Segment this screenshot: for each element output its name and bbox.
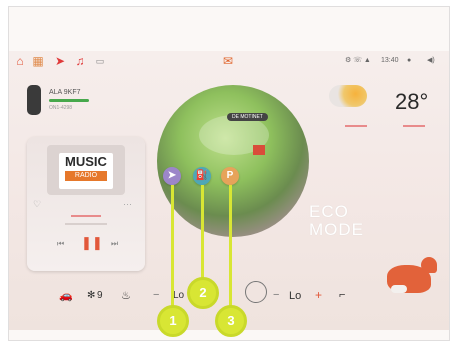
callout-3: 3 [215,305,247,337]
callout-1: 1 [157,305,189,337]
climate-bar: 🚗 ✻ 9 ♨ − Lo − Lo + ⌐ [49,281,429,309]
navigation-icon[interactable]: ➤ [53,54,67,68]
fan-level: 9 [97,290,103,301]
seat-icon[interactable]: ⌐ [339,289,345,301]
track-title [71,215,101,217]
clock: 13:40 [381,57,399,64]
seat-heat-icon[interactable]: ♨ [121,289,131,302]
profile-icon[interactable]: ● [407,56,411,66]
album-art: MUSIC RADIO [47,145,125,195]
volume-icon[interactable]: ◀) [427,56,435,66]
power-button[interactable] [245,281,267,303]
home-icon[interactable]: ⌂ [13,54,27,68]
heart-icon[interactable]: ♡ [33,199,41,210]
apps-icon[interactable]: ▦ [31,54,45,68]
callout-line-1 [171,185,174,307]
car-icon [27,85,41,115]
vehicle-card[interactable]: ALA 9KF7 ON1-4298 [27,85,147,125]
right-temp-minus[interactable]: − [273,289,279,301]
callout-2: 2 [187,277,219,309]
callout-line-2 [201,185,204,281]
house-icon [253,145,265,155]
temperature: 28° [395,89,429,114]
music-icon[interactable]: ♫ [73,54,87,68]
eco-globe [157,85,309,237]
fuel-pin[interactable]: ⛽ [193,167,211,185]
left-temp: Lo [173,290,185,301]
status-icons: ⚙ ☏ ▲ [345,57,371,64]
top-bar: ⌂ ▦ ➤ ♫ ▭ ✉ ⚙ ☏ ▲ 13:40 ● ◀) [9,51,449,71]
weather-detail-line [345,125,367,127]
more-icon[interactable]: ⋯ [123,199,132,210]
car-plate: ALA 9KF7 [49,89,81,96]
weather-icon [329,85,367,107]
music-card[interactable]: MUSIC RADIO ♡ ⋯ ⏮ ❚❚ ⏭ [27,137,145,271]
eco-mode-label: ECO MODE [309,202,364,239]
screenshot-frame: ⌂ ▦ ➤ ♫ ▭ ✉ ⚙ ☏ ▲ 13:40 ● ◀) ALA 9KF7 ON… [8,6,450,341]
previous-icon[interactable]: ⏮ [57,239,64,249]
parking-pin[interactable]: P [221,167,239,185]
fan-icon[interactable]: ✻ [87,290,95,301]
left-temp-minus[interactable]: − [153,289,159,301]
music-logo: MUSIC RADIO [59,153,113,189]
weather-detail-line [403,125,425,127]
location-bubble: DE MOTINET [227,113,268,121]
camera-icon[interactable]: ▭ [93,54,107,68]
right-temp-plus[interactable]: + [315,288,322,302]
next-icon[interactable]: ⏭ [111,239,118,249]
car-climate-icon[interactable]: 🚗 [59,289,73,302]
pause-icon[interactable]: ❚❚ [81,235,103,251]
track-artist [65,223,107,225]
car-sub: ON1-4298 [49,105,73,111]
range-bar [49,99,89,102]
navigation-pin[interactable]: ➤ [163,167,181,185]
right-temp: Lo [289,290,302,302]
callout-line-3 [229,185,232,307]
notification-icon[interactable]: ✉ [221,54,235,68]
